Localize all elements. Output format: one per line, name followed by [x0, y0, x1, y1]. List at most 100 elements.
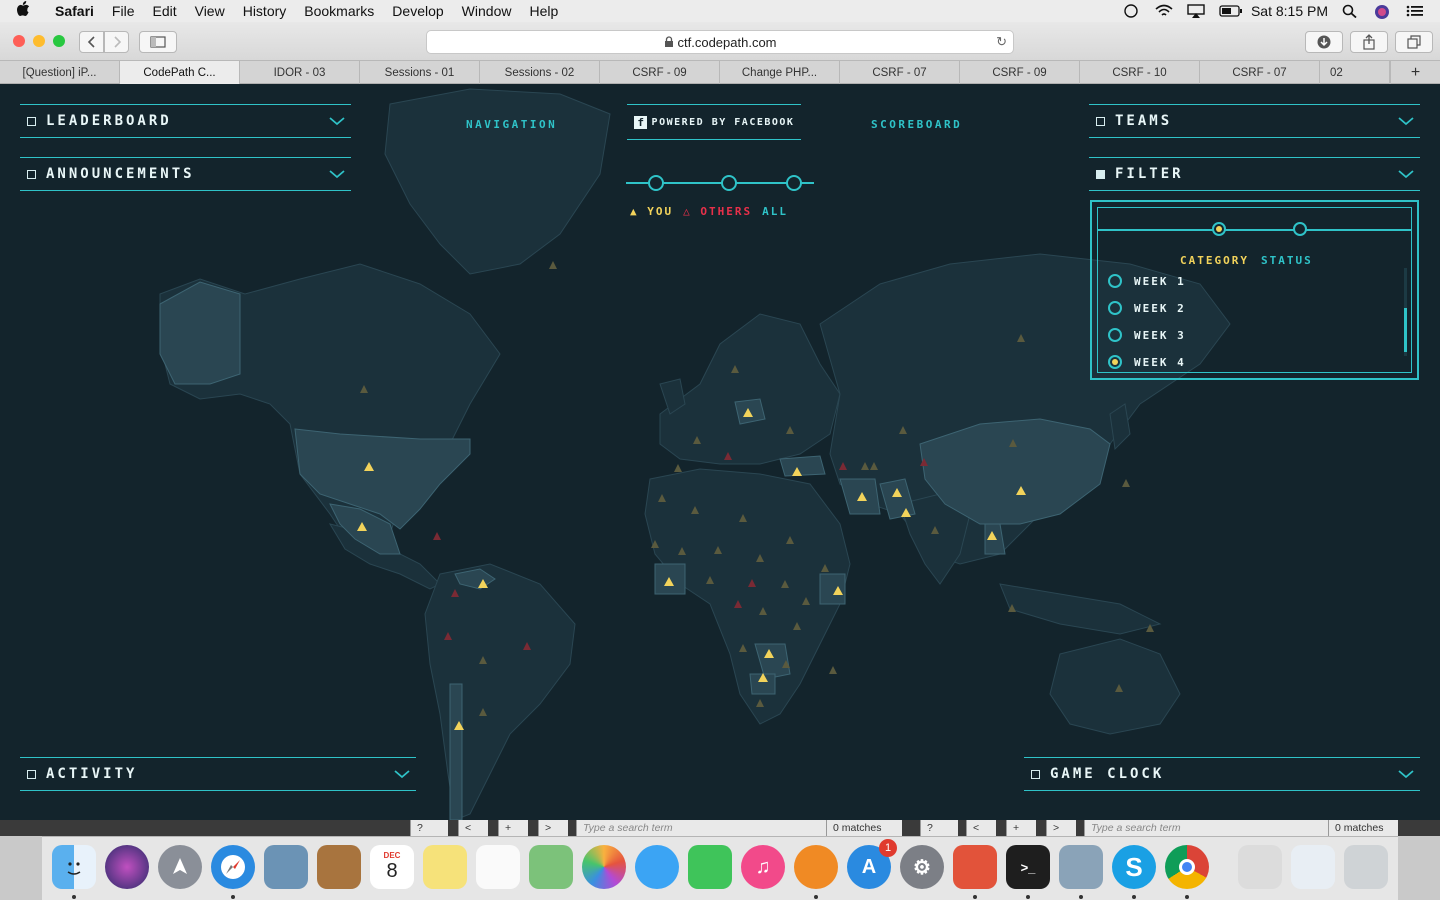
- filter-chevron-down-icon[interactable]: [1398, 169, 1414, 179]
- share-button[interactable]: [1350, 31, 1388, 53]
- menu-history[interactable]: History: [234, 3, 296, 19]
- find-prev-button[interactable]: <: [458, 820, 488, 836]
- filter-tab-status[interactable]: STATUS: [1261, 254, 1313, 267]
- leaderboard-chevron-down-icon[interactable]: [329, 116, 345, 126]
- radio-icon[interactable]: [1108, 274, 1122, 288]
- forward-button[interactable]: [104, 31, 129, 53]
- spotlight-search-icon[interactable]: [1342, 4, 1360, 19]
- slider-stop-others[interactable]: [721, 175, 737, 191]
- tab-idor-03[interactable]: IDOR - 03: [240, 61, 360, 84]
- dropbox-status-icon[interactable]: [1123, 4, 1141, 18]
- tab-csrf-07-b[interactable]: CSRF - 07: [1200, 61, 1320, 84]
- filter-scrollbar-thumb[interactable]: [1404, 308, 1407, 352]
- skype-icon[interactable]: S: [1112, 845, 1156, 889]
- window-minimize-button[interactable]: [33, 35, 45, 47]
- sublime-text-icon[interactable]: [953, 845, 997, 889]
- photos-icon[interactable]: [582, 845, 626, 889]
- documents-stack-icon[interactable]: [1291, 845, 1335, 889]
- apple-menu-icon[interactable]: [0, 0, 46, 22]
- safari-app-icon[interactable]: [211, 845, 255, 889]
- calendar-icon[interactable]: DEC 8: [370, 845, 414, 889]
- menu-window[interactable]: Window: [453, 3, 521, 19]
- menu-bookmarks[interactable]: Bookmarks: [295, 3, 383, 19]
- find-search-input[interactable]: Type a search term: [576, 820, 826, 836]
- sidebar-toggle-button[interactable]: [139, 31, 177, 53]
- filter-option-week-3[interactable]: WEEK 3: [1108, 328, 1186, 342]
- facetime-icon[interactable]: [688, 845, 732, 889]
- wifi-icon[interactable]: [1155, 4, 1173, 18]
- find-search-input-2[interactable]: Type a search term: [1084, 820, 1328, 836]
- scoreboard-link[interactable]: SCOREBOARD: [871, 118, 962, 131]
- preview-app-icon[interactable]: [264, 845, 308, 889]
- contacts-icon[interactable]: [317, 845, 361, 889]
- slider-stop-all[interactable]: [786, 175, 802, 191]
- window-close-button[interactable]: [13, 35, 25, 47]
- find-next-button[interactable]: >: [538, 820, 568, 836]
- menu-file[interactable]: File: [103, 3, 144, 19]
- trash-icon[interactable]: [1344, 845, 1388, 889]
- tab-02[interactable]: 02: [1320, 61, 1390, 84]
- address-bar[interactable]: ctf.codepath.com ↻: [426, 30, 1014, 54]
- battery-icon[interactable]: [1219, 4, 1242, 18]
- radio-selected-icon[interactable]: [1108, 355, 1122, 369]
- reminders-icon[interactable]: [476, 845, 520, 889]
- menu-edit[interactable]: Edit: [143, 3, 185, 19]
- game-clock-chevron-down-icon[interactable]: [1398, 769, 1414, 779]
- tab-codepath-ctf[interactable]: CodePath C...: [120, 61, 240, 84]
- airplay-icon[interactable]: [1187, 4, 1205, 18]
- notes-icon[interactable]: [423, 845, 467, 889]
- notification-center-icon[interactable]: [1406, 4, 1424, 18]
- find-help-button[interactable]: ?: [410, 820, 448, 836]
- tab-change-php[interactable]: Change PHP...: [720, 61, 840, 84]
- filter-option-week-2[interactable]: WEEK 2: [1108, 301, 1186, 315]
- tab-csrf-07[interactable]: CSRF - 07: [840, 61, 960, 84]
- radio-icon[interactable]: [1108, 328, 1122, 342]
- reload-icon[interactable]: ↻: [996, 34, 1007, 50]
- filter-panel-header[interactable]: FILTER: [1089, 157, 1420, 191]
- preview-photos-icon[interactable]: [1059, 845, 1103, 889]
- find-prev-button-2[interactable]: <: [966, 820, 996, 836]
- leaderboard-panel-header[interactable]: LEADERBOARD: [20, 104, 351, 138]
- legend-others[interactable]: △ OTHERS: [683, 205, 752, 218]
- menu-app-name[interactable]: Safari: [46, 3, 103, 19]
- find-help-button-2[interactable]: ?: [920, 820, 958, 836]
- filter-tab-category[interactable]: CATEGORY: [1180, 254, 1249, 267]
- activity-panel-header[interactable]: ACTIVITY: [20, 757, 416, 791]
- filter-option-week-4[interactable]: WEEK 4: [1108, 355, 1186, 369]
- downloads-button[interactable]: [1305, 31, 1343, 53]
- itunes-icon[interactable]: ♫: [741, 845, 785, 889]
- announcements-chevron-down-icon[interactable]: [329, 169, 345, 179]
- menubar-clock[interactable]: Sat 8:15 PM: [1251, 3, 1328, 19]
- downloads-stack-icon[interactable]: [1238, 845, 1282, 889]
- chrome-icon[interactable]: [1165, 845, 1209, 889]
- activity-chevron-down-icon[interactable]: [394, 769, 410, 779]
- tab-sessions-02[interactable]: Sessions - 02: [480, 61, 600, 84]
- launchpad-icon[interactable]: [158, 845, 202, 889]
- app-store-icon[interactable]: A1: [847, 839, 897, 889]
- find-add-button[interactable]: +: [498, 820, 528, 836]
- tab-csrf-09[interactable]: CSRF - 09: [600, 61, 720, 84]
- show-all-tabs-button[interactable]: [1395, 31, 1433, 53]
- menu-develop[interactable]: Develop: [383, 3, 452, 19]
- teams-chevron-down-icon[interactable]: [1398, 116, 1414, 126]
- filter-status-knob[interactable]: [1293, 222, 1307, 236]
- maps-icon[interactable]: [529, 845, 573, 889]
- filter-category-knob[interactable]: [1212, 222, 1226, 236]
- view-mode-slider[interactable]: [624, 174, 816, 192]
- tab-csrf-09-b[interactable]: CSRF - 09: [960, 61, 1080, 84]
- legend-you[interactable]: ▲ YOU: [630, 205, 673, 218]
- radio-icon[interactable]: [1108, 301, 1122, 315]
- siri-app-icon[interactable]: [105, 845, 149, 889]
- slider-stop-you[interactable]: [648, 175, 664, 191]
- system-preferences-icon[interactable]: ⚙: [900, 845, 944, 889]
- filter-option-week-1[interactable]: WEEK 1: [1108, 274, 1186, 288]
- navigation-link[interactable]: NAVIGATION: [466, 118, 557, 131]
- menu-help[interactable]: Help: [520, 3, 567, 19]
- find-add-button-2[interactable]: +: [1006, 820, 1036, 836]
- tab-question[interactable]: [Question] iP...: [0, 61, 120, 84]
- messages-icon[interactable]: [635, 845, 679, 889]
- legend-all[interactable]: ALL: [762, 205, 788, 218]
- siri-icon[interactable]: [1374, 4, 1392, 19]
- back-button[interactable]: [79, 31, 104, 53]
- new-tab-button[interactable]: +: [1390, 61, 1440, 84]
